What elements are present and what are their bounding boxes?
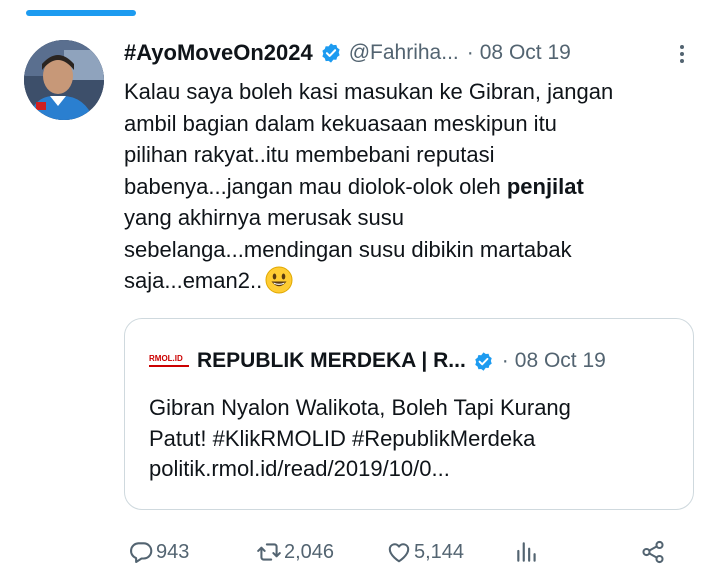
tweet-text-line: saja...eman2.. xyxy=(124,265,704,297)
share-button[interactable] xyxy=(640,536,666,568)
quote-avatar[interactable]: RMOL.ID xyxy=(149,351,189,371)
tweet-text-line: yang akhirnya merusak susu xyxy=(124,205,405,230)
quote-text-line: Patut! #KlikRMOLID #RepublikMerdeka xyxy=(149,425,536,451)
retweet-count: 2,046 xyxy=(284,540,335,563)
tweet-header: #AyoMoveOn2024 @Fahriha... · 08 Oct 19 xyxy=(124,38,571,68)
bold-word: penjilat xyxy=(506,173,584,199)
retweet-button[interactable]: 2,046 xyxy=(256,536,334,568)
quote-text-line: Gibran Nyalon Walikota, Boleh Tapi Kuran… xyxy=(149,395,571,420)
more-options-icon[interactable] xyxy=(670,42,694,66)
reply-count: 943 xyxy=(156,540,190,563)
quote-date[interactable]: 08 Oct 19 xyxy=(515,349,606,373)
heart-icon xyxy=(386,539,412,565)
views-chart-icon xyxy=(514,539,540,565)
tweet-date[interactable]: 08 Oct 19 xyxy=(480,41,571,65)
tweet-text-segment: saja...eman2.. xyxy=(124,268,263,293)
share-icon xyxy=(640,539,666,565)
quote-text-line: politik.rmol.id/read/2019/10/0... xyxy=(149,456,450,481)
verified-badge-icon xyxy=(473,351,494,372)
like-button[interactable]: 5,144 xyxy=(386,536,464,568)
smiling-face-emoji xyxy=(265,266,293,294)
verified-badge-icon xyxy=(320,42,342,64)
tweet-text-line: ambil bagian dalam kekuasaan meskipun it… xyxy=(124,110,557,136)
quoted-tweet-card[interactable]: RMOL.ID REPUBLIK MERDEKA | R... · 08 Oct… xyxy=(124,318,694,510)
avatar[interactable] xyxy=(24,40,104,120)
retweet-icon xyxy=(256,539,282,565)
display-name[interactable]: #AyoMoveOn2024 xyxy=(124,40,313,66)
quote-text: Gibran Nyalon Walikota, Boleh Tapi Kuran… xyxy=(149,393,679,485)
tweet-text-line: babenya...jangan mau diolok-olok oleh pe… xyxy=(124,171,704,203)
tweet-text: Kalau saya boleh kasi masukan ke Gibran,… xyxy=(124,76,704,297)
quote-avatar-logo-text: RMOL.ID xyxy=(149,354,183,363)
reply-icon xyxy=(128,539,154,565)
top-indicator-bar xyxy=(26,10,136,16)
views-button[interactable] xyxy=(514,536,540,568)
separator-dot: · xyxy=(501,349,509,372)
tweet-text-segment: babenya...jangan mau diolok-olok oleh xyxy=(124,173,507,199)
user-handle[interactable]: @Fahriha... xyxy=(349,41,459,65)
like-count: 5,144 xyxy=(414,540,465,563)
quote-header: RMOL.ID REPUBLIK MERDEKA | R... · 08 Oct… xyxy=(149,347,606,375)
reply-button[interactable]: 943 xyxy=(128,536,189,568)
separator-dot: · xyxy=(466,41,474,64)
quote-display-name[interactable]: REPUBLIK MERDEKA | R... xyxy=(197,349,466,373)
tweet-text-line: pilihan rakyat..itu membebani reputasi xyxy=(124,142,495,167)
tweet-text-line: Kalau saya boleh kasi masukan ke Gibran,… xyxy=(124,79,614,104)
action-bar: 943 2,046 5,144 xyxy=(124,536,684,568)
tweet-text-line: sebelanga...mendingan susu dibikin marta… xyxy=(124,236,572,262)
